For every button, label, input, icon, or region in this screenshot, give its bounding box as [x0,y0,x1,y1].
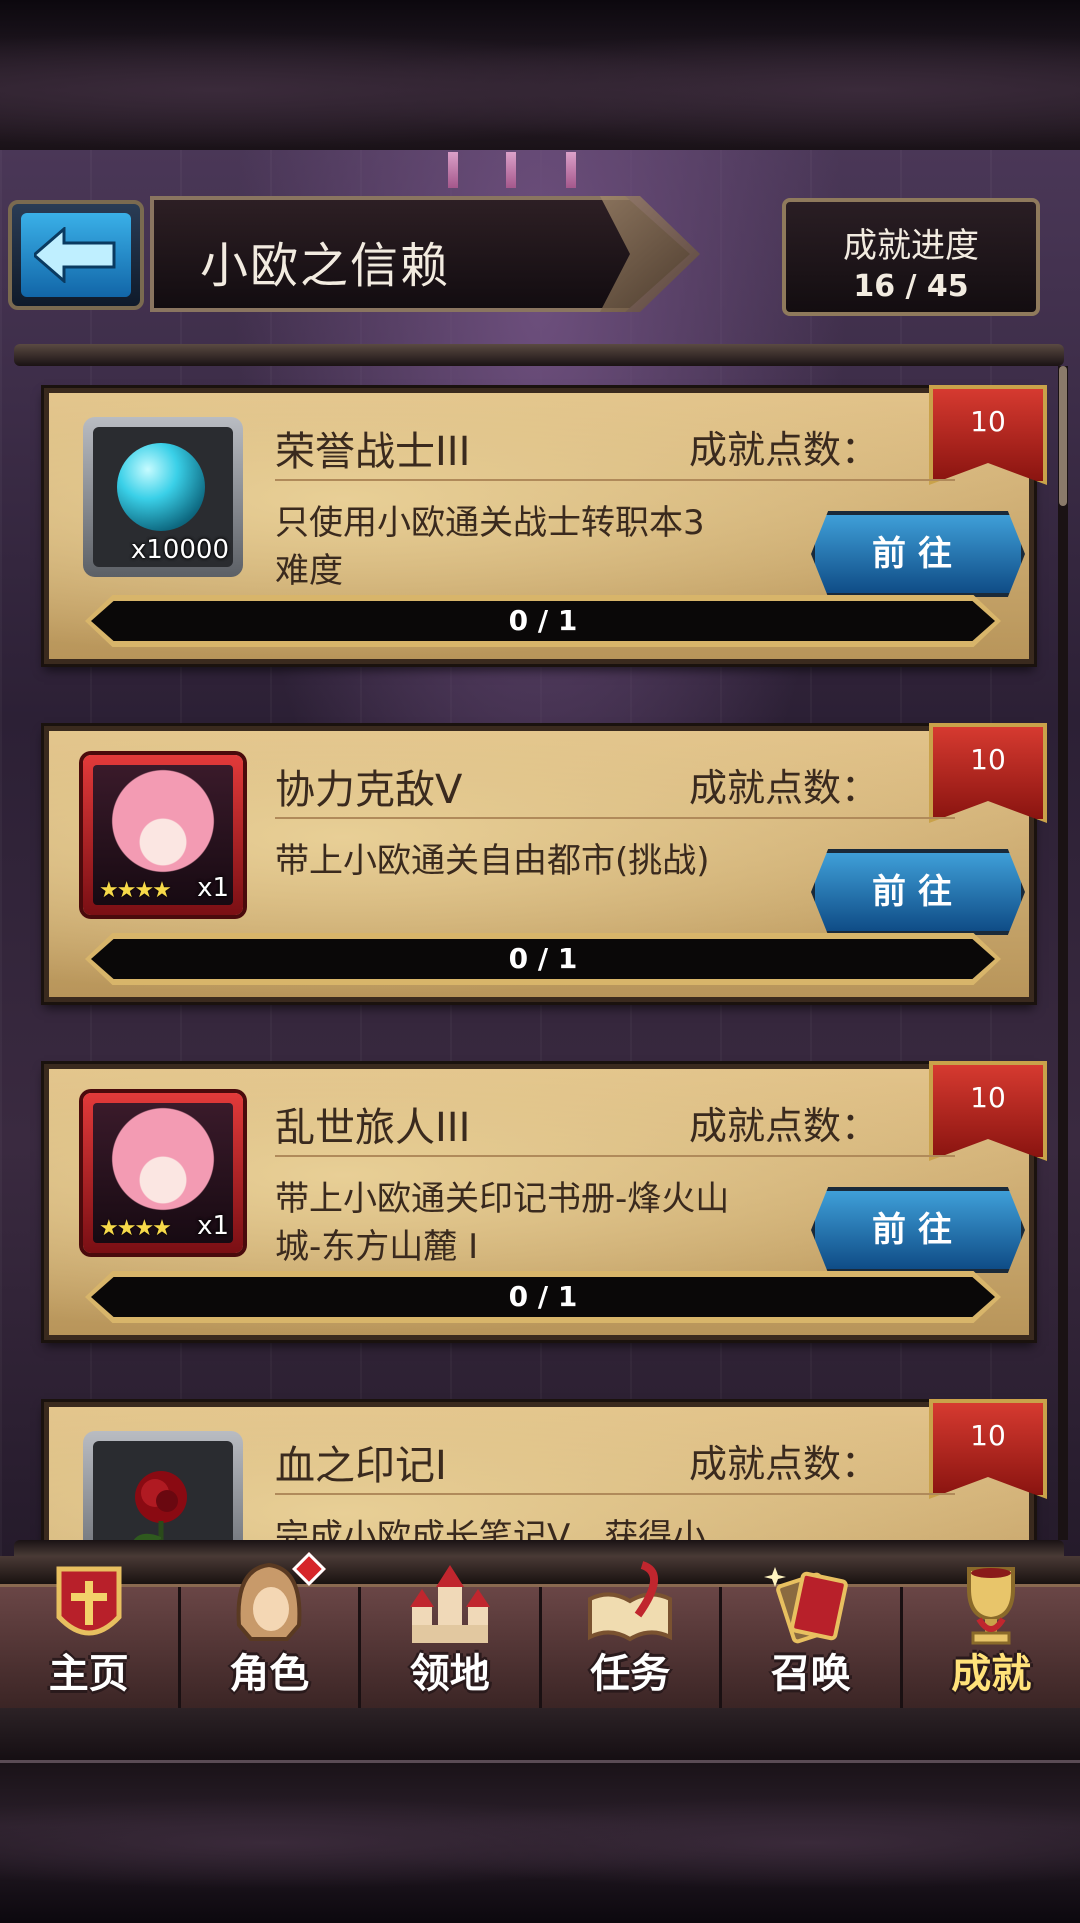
points-label: 成就点数： [689,757,879,812]
top-ornament-frame [0,0,1080,153]
list-scrollbar[interactable] [1058,366,1068,1540]
character-portrait-icon: ★★★★ x1 [93,765,233,905]
reward-slot[interactable]: ★★★★ x1 [83,1093,243,1253]
achievement-progress-value: 16 / 45 [786,269,1036,304]
achievement-progress-bar: 0 / 1 [85,933,1001,985]
points-ribbon: 10 [929,1399,1047,1499]
nav-character[interactable]: 角色 [181,1587,362,1711]
achievement-description: 带上小欧通关自由都市(挑战) [275,837,735,885]
go-button[interactable]: 前往 [811,511,1025,597]
nav-label: 任务 [542,1641,720,1699]
achievement-list[interactable]: x10000 荣誉战士III 成就点数： 10 只使用小欧通关战士转职本3难度 … [30,366,1050,1540]
progress-text: 0 / 1 [91,1277,995,1317]
nav-quests[interactable]: 任务 [542,1587,723,1711]
points-ribbon: 10 [929,1061,1047,1161]
achievement-description: 只使用小欧通关战士转职本3难度 [275,499,735,595]
rarity-stars: ★★★★ [99,1216,170,1241]
progress-text: 0 / 1 [91,601,995,641]
points-label: 成就点数： [689,1095,879,1150]
reward-quantity: x1 [197,873,229,903]
crystal-decoration [566,152,576,188]
nav-label: 角色 [181,1641,359,1699]
divider [275,817,955,819]
reward-slot[interactable]: ★★★★ x1 [83,755,243,915]
bottom-ornament-frame [0,1760,1080,1923]
nav-label: 领地 [361,1641,539,1699]
achievement-progress-bar: 0 / 1 [85,1271,1001,1323]
orb-icon [117,443,205,531]
achievement-name: 乱世旅人III [275,1095,470,1153]
go-button[interactable]: 前往 [811,1187,1025,1273]
achievement-card: ★★★★ x1 乱世旅人III 成就点数： 10 带上小欧通关印记书册-烽火山城… [44,1064,1034,1340]
nav-territory[interactable]: 领地 [361,1587,542,1711]
achievement-description: 带上小欧通关印记书册-烽火山城-东方山麓 I [275,1175,735,1271]
points-ribbon: 10 [929,723,1047,823]
crystal-decoration [506,152,516,188]
nav-label: 主页 [0,1641,178,1699]
achievement-card: ★★★★ x1 协力克敌V 成就点数： 10 带上小欧通关自由都市(挑战) 前往… [44,726,1034,1002]
list-frame-top [14,344,1064,366]
progress-text: 0 / 1 [91,939,995,979]
divider [275,1155,955,1157]
points-label: 成就点数： [689,419,879,474]
rose-icon [111,1459,211,1540]
achievement-progress-bar: 0 / 1 [85,595,1001,647]
nav-label: 成就 [903,1641,1080,1699]
nav-summon[interactable]: 召唤 [722,1587,903,1711]
bottom-nav: 主页 角色 领地 任务 召唤 [0,1584,1080,1714]
achievement-name: 协力克敌V [275,757,462,815]
divider [275,479,955,481]
achievement-description: 完成小欧成长笔记V，获得小 [275,1513,735,1540]
achievement-progress-box: 成就进度 16 / 45 [782,198,1040,316]
nav-home[interactable]: 主页 [0,1587,181,1711]
back-button[interactable] [8,200,144,310]
nav-achievements[interactable]: 成就 [903,1587,1080,1711]
page-title: 小欧之信赖 [200,226,450,296]
points-ribbon: 10 [929,385,1047,485]
reward-quantity: x10000 [131,535,229,565]
divider [275,1493,955,1495]
achievement-progress-label: 成就进度 [786,218,1036,267]
reward-slot[interactable]: x10000 [83,417,243,577]
nav-label: 召唤 [722,1641,900,1699]
crystal-decoration [448,152,458,188]
points-label: 成就点数： [689,1433,879,1488]
reward-slot[interactable] [83,1431,243,1540]
nav-ornament [0,1556,1080,1586]
achievement-card: 血之印记I 成就点数： 10 完成小欧成长笔记V，获得小 [44,1402,1034,1540]
go-button[interactable]: 前往 [811,849,1025,935]
character-portrait-icon: ★★★★ x1 [93,1103,233,1243]
back-arrow-icon [21,213,131,297]
rarity-stars: ★★★★ [99,878,170,903]
achievement-name: 血之印记I [275,1433,447,1491]
scrollbar-thumb[interactable] [1059,366,1067,506]
reward-quantity: x1 [197,1211,229,1241]
achievement-name: 荣誉战士III [275,419,470,477]
achievement-card: x10000 荣誉战士III 成就点数： 10 只使用小欧通关战士转职本3难度 … [44,388,1034,664]
